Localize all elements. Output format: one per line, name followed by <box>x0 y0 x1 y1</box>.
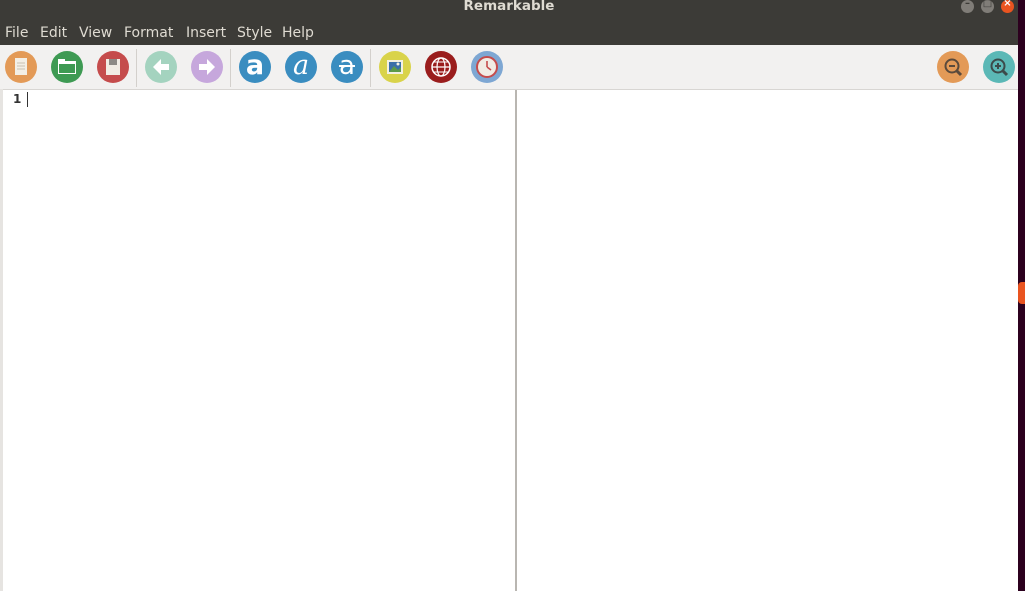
desktop-edge-handle[interactable] <box>1018 282 1025 304</box>
maximize-button[interactable]: □ <box>981 0 994 13</box>
app-window: Remarkable – □ × File Edit View Format I… <box>0 0 1018 591</box>
new-document-icon <box>5 51 37 83</box>
clock-icon <box>471 51 503 83</box>
arrow-left-icon <box>145 51 177 83</box>
open-file-button[interactable] <box>51 51 83 83</box>
toolbar-separator <box>230 49 231 87</box>
menu-insert[interactable]: Insert <box>186 25 226 42</box>
undo-button[interactable] <box>145 51 177 83</box>
menu-style[interactable]: Style <box>237 25 272 42</box>
insert-image-button[interactable] <box>379 51 411 83</box>
menu-format[interactable]: Format <box>124 25 173 42</box>
title-bar: Remarkable – □ × <box>0 0 1018 22</box>
text-cursor <box>27 92 28 107</box>
live-preview-pane <box>517 90 1018 591</box>
markdown-editor[interactable]: 1 <box>3 90 515 591</box>
image-icon <box>379 51 411 83</box>
zoom-in-icon <box>983 51 1015 83</box>
menu-edit[interactable]: Edit <box>40 25 67 42</box>
line-number: 1 <box>13 92 22 106</box>
window-title: Remarkable <box>463 0 555 14</box>
strikethrough-icon: a <box>339 51 355 81</box>
new-document-button[interactable] <box>5 51 37 83</box>
globe-icon <box>425 51 457 83</box>
menu-file[interactable]: File <box>5 25 28 42</box>
redo-button[interactable] <box>191 51 223 83</box>
menu-help[interactable]: Help <box>282 25 314 42</box>
minimize-button[interactable]: – <box>961 0 974 13</box>
save-button[interactable] <box>97 51 129 83</box>
zoom-in-button[interactable] <box>983 51 1015 83</box>
strikethrough-button[interactable]: a <box>331 51 363 83</box>
italic-icon: a <box>292 50 310 81</box>
insert-link-button[interactable] <box>425 51 457 83</box>
menu-view[interactable]: View <box>79 25 112 42</box>
menu-bar: File Edit View Format Insert Style Help <box>0 22 1018 45</box>
bold-button[interactable]: a <box>239 50 271 83</box>
save-icon <box>97 51 129 83</box>
bold-icon: a <box>245 50 265 81</box>
toolbar-separator <box>136 49 137 87</box>
italic-button[interactable]: a <box>285 50 317 83</box>
toolbar: a a a <box>0 45 1018 90</box>
zoom-out-icon <box>937 51 969 83</box>
insert-timestamp-button[interactable] <box>471 51 503 83</box>
toolbar-separator <box>370 49 371 87</box>
zoom-out-button[interactable] <box>937 51 969 83</box>
folder-icon <box>51 51 83 83</box>
close-button[interactable]: × <box>1001 0 1014 13</box>
arrow-right-icon <box>191 51 223 83</box>
